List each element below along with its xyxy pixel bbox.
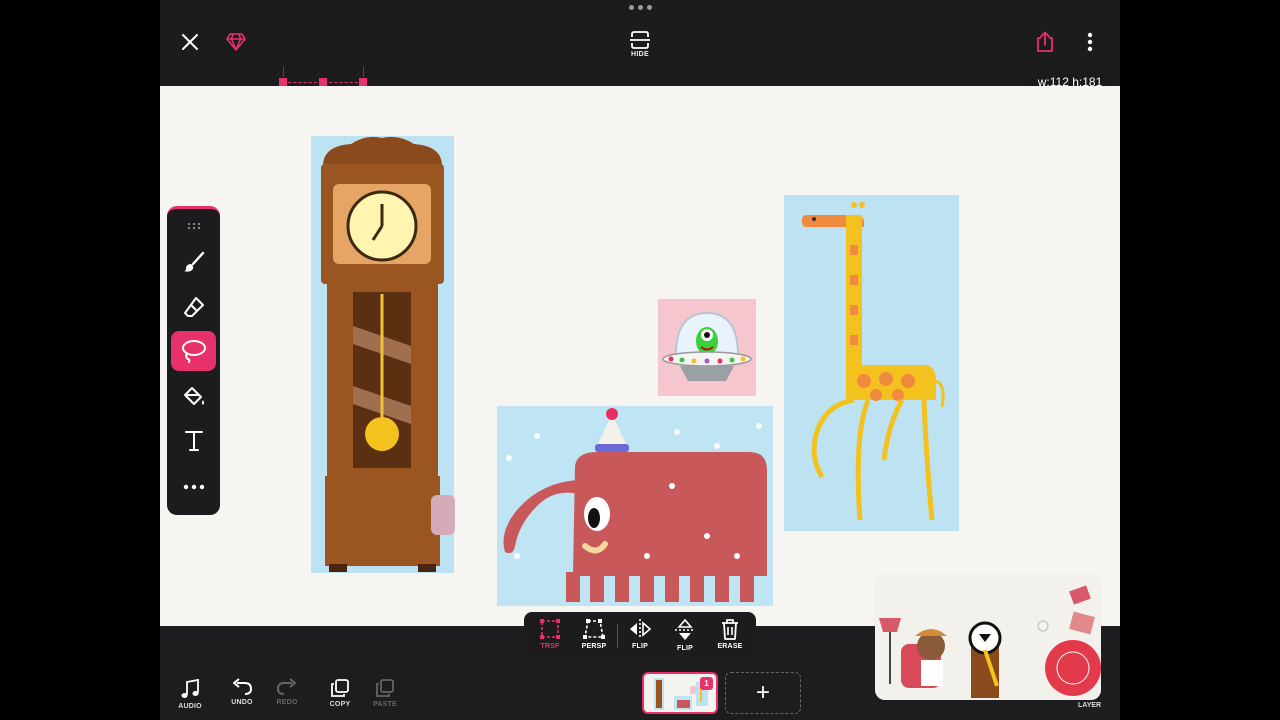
hide-label: HIDE	[631, 50, 649, 58]
layer-label: LAYER	[1078, 702, 1102, 709]
more-options-button[interactable]	[1078, 27, 1102, 57]
frame-number-badge: 1	[700, 677, 713, 690]
paste-label: PASTE	[373, 701, 397, 708]
trash-icon	[722, 619, 738, 640]
alien-ufo-sticker[interactable]	[658, 299, 756, 396]
music-note-icon	[181, 678, 199, 698]
mammoth-sticker[interactable]	[497, 406, 773, 606]
transform-icon	[540, 619, 560, 639]
lasso-tool-button[interactable]	[171, 331, 216, 371]
text-icon	[184, 431, 203, 451]
flip-vertical-button[interactable]: FLIP	[665, 618, 705, 656]
hide-icon	[630, 30, 650, 49]
undo-label: UNDO	[231, 699, 253, 706]
erase-label: ERASE	[717, 643, 743, 650]
animation-app: HIDE w:112 h:181 TRSF PERSP FLIP FLIP ER…	[160, 0, 1120, 720]
gem-icon	[226, 33, 246, 51]
perspective-button[interactable]: PERSP	[574, 618, 614, 656]
add-frame-button[interactable]: +	[725, 672, 801, 714]
text-tool-button[interactable]	[171, 421, 216, 461]
copy-label: COPY	[329, 701, 351, 708]
more-horizontal-icon	[183, 484, 204, 490]
perspective-label: PERSP	[581, 643, 607, 650]
top-bar: HIDE w:112 h:181	[160, 0, 1120, 92]
giraffe-sticker[interactable]	[784, 195, 959, 531]
share-button[interactable]	[1030, 27, 1060, 57]
flip-horizontal-icon	[630, 619, 652, 639]
window-grab-handle[interactable]	[627, 5, 653, 13]
transform-toolbar: TRSF PERSP FLIP FLIP ERASE	[524, 612, 756, 658]
transform-button[interactable]: TRSF	[530, 618, 570, 656]
toolbar-grip[interactable]	[171, 215, 216, 237]
audio-label: AUDIO	[178, 703, 202, 710]
close-icon	[182, 34, 198, 50]
layer-preview[interactable]	[875, 574, 1101, 700]
perspective-icon	[583, 619, 605, 639]
redo-icon	[276, 678, 296, 695]
erase-selection-button[interactable]: ERASE	[710, 618, 750, 656]
lasso-icon	[181, 340, 206, 363]
eraser-icon	[183, 297, 204, 317]
copy-button[interactable]: COPY	[320, 678, 360, 714]
redo-button[interactable]: REDO	[267, 678, 307, 714]
paint-bucket-icon	[183, 387, 204, 405]
paste-button[interactable]: PASTE	[365, 678, 405, 714]
undo-icon	[233, 678, 253, 695]
undo-button[interactable]: UNDO	[222, 678, 262, 714]
copy-icon	[331, 679, 349, 697]
grip-icon	[187, 223, 200, 229]
hide-ui-button[interactable]: HIDE	[620, 26, 660, 62]
brush-icon	[183, 251, 204, 272]
eraser-tool-button[interactable]	[171, 287, 216, 327]
audio-button[interactable]: AUDIO	[170, 678, 210, 714]
close-button[interactable]	[176, 28, 204, 56]
flip-vertical-label: FLIP	[677, 645, 693, 652]
toolbar-divider	[617, 624, 618, 648]
redo-label: REDO	[276, 699, 298, 706]
drawing-toolbar	[167, 206, 220, 515]
flip-horizontal-label: FLIP	[632, 643, 648, 650]
partial-sticker[interactable]	[431, 495, 455, 535]
more-vertical-icon	[1087, 32, 1093, 52]
fill-tool-button[interactable]	[171, 377, 216, 417]
flip-horizontal-button[interactable]: FLIP	[620, 618, 660, 656]
more-tools-button[interactable]	[171, 467, 216, 507]
brush-tool-button[interactable]	[171, 242, 216, 282]
premium-button[interactable]	[222, 28, 250, 56]
transform-label: TRSF	[540, 643, 560, 650]
flip-vertical-icon	[675, 618, 695, 640]
frame-thumbnail[interactable]: 1	[642, 672, 718, 714]
layer-thumbnail	[879, 585, 1101, 698]
paste-icon	[376, 679, 394, 697]
share-icon	[1037, 31, 1053, 52]
drawing-canvas[interactable]	[160, 86, 1120, 626]
